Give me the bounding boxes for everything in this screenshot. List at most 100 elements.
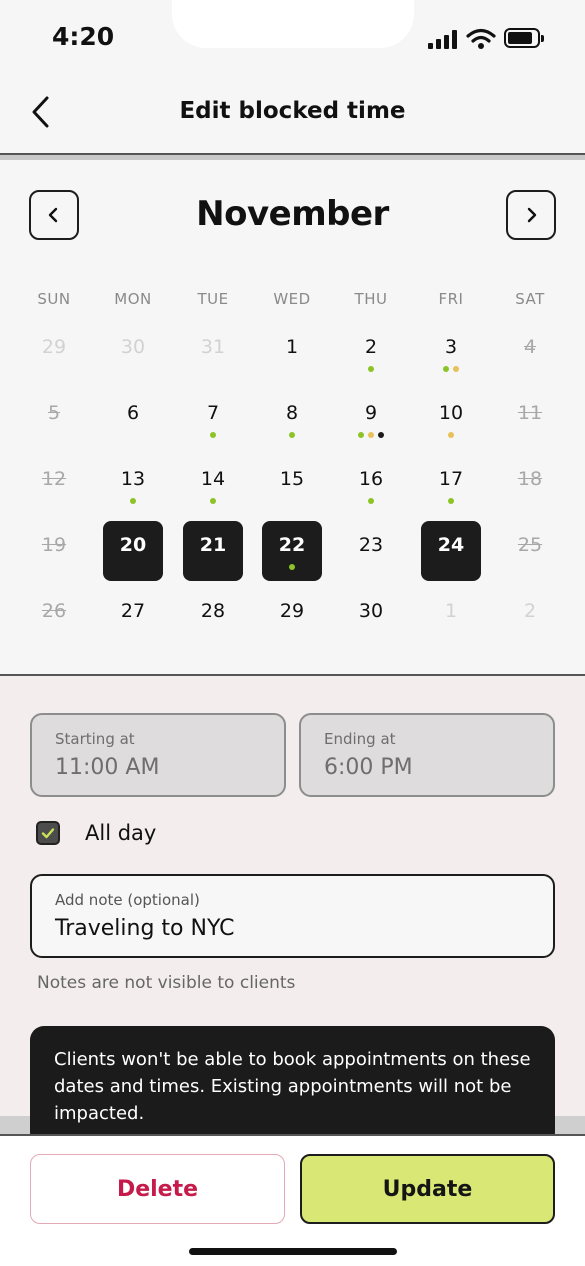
- day-number: 18: [517, 468, 543, 490]
- calendar-day: 1: [421, 587, 481, 647]
- appointment-indicators: [341, 432, 401, 438]
- day-number: 14: [200, 468, 226, 490]
- appointment-dot: [210, 498, 216, 504]
- appointment-indicators: [262, 432, 322, 438]
- day-number: 10: [438, 402, 464, 424]
- day-number: 2: [523, 600, 537, 622]
- weekday-label: THU: [354, 290, 388, 308]
- calendar-day[interactable]: 27: [103, 587, 163, 647]
- calendar-day[interactable]: 6: [103, 389, 163, 449]
- weekday-label: TUE: [197, 290, 229, 308]
- calendar-day: 31: [183, 323, 243, 383]
- calendar-day[interactable]: 17: [421, 455, 481, 515]
- device-notch: [172, 0, 414, 48]
- calendar-day[interactable]: 23: [341, 521, 401, 581]
- appointment-dot: [448, 498, 454, 504]
- weekday-label: FRI: [438, 290, 464, 308]
- home-indicator: [189, 1248, 397, 1255]
- header-divider: [0, 153, 585, 160]
- note-field[interactable]: Add note (optional) Traveling to NYC: [30, 874, 555, 958]
- delete-button[interactable]: Delete: [30, 1154, 285, 1224]
- wifi-icon: [466, 28, 496, 50]
- day-number: 2: [364, 336, 378, 358]
- calendar-day: 18: [500, 455, 560, 515]
- day-number: 20: [119, 534, 147, 556]
- day-number: 30: [120, 336, 146, 358]
- appointment-indicators: [183, 432, 243, 438]
- start-time-value: 11:00 AM: [55, 755, 160, 780]
- day-number: 1: [444, 600, 458, 622]
- appointment-indicators: [183, 498, 243, 504]
- calendar-day[interactable]: 10: [421, 389, 481, 449]
- status-time: 4:20: [52, 22, 115, 51]
- calendar-day: 30: [103, 323, 163, 383]
- calendar-day[interactable]: 2: [341, 323, 401, 383]
- appointment-dot: [130, 498, 136, 504]
- note-value: Traveling to NYC: [55, 916, 235, 941]
- calendar-day-selected[interactable]: 20: [103, 521, 163, 581]
- all-day-label: All day: [85, 821, 157, 845]
- update-button[interactable]: Update: [300, 1154, 555, 1224]
- next-month-button[interactable]: [506, 190, 556, 240]
- calendar-day[interactable]: 28: [183, 587, 243, 647]
- calendar-day[interactable]: 1: [262, 323, 322, 383]
- appointment-dot: [448, 432, 454, 438]
- month-title: November: [196, 194, 389, 234]
- all-day-checkbox[interactable]: [36, 821, 60, 845]
- calendar-day[interactable]: 15: [262, 455, 322, 515]
- appointment-indicators: [421, 366, 481, 372]
- calendar-day[interactable]: 3: [421, 323, 481, 383]
- calendar-day: 19: [24, 521, 84, 581]
- calendar-day[interactable]: 14: [183, 455, 243, 515]
- note-hint: Notes are not visible to clients: [37, 973, 296, 993]
- day-number: 24: [437, 534, 465, 556]
- start-time-field[interactable]: Starting at 11:00 AM: [30, 713, 286, 797]
- appointment-dot: [289, 564, 295, 570]
- day-number: 17: [438, 468, 464, 490]
- weekday-label: WED: [273, 290, 311, 308]
- appointment-indicators: [103, 498, 163, 504]
- day-number: 26: [41, 600, 67, 622]
- start-time-label: Starting at: [55, 730, 135, 748]
- day-number: 23: [358, 534, 384, 556]
- day-number: 7: [206, 402, 220, 424]
- day-number: 21: [199, 534, 227, 556]
- appointment-dot: [368, 498, 374, 504]
- calendar-day: 4: [500, 323, 560, 383]
- day-number: 6: [126, 402, 140, 424]
- note-label: Add note (optional): [55, 891, 200, 909]
- weekday-label: SUN: [37, 290, 71, 308]
- end-time-label: Ending at: [324, 730, 396, 748]
- day-number: 22: [278, 534, 306, 556]
- calendar-day: 29: [24, 323, 84, 383]
- calendar-day[interactable]: 7: [183, 389, 243, 449]
- calendar-day: 2: [500, 587, 560, 647]
- day-number: 15: [279, 468, 305, 490]
- calendar-day: 25: [500, 521, 560, 581]
- appointment-dot: [368, 432, 374, 438]
- checkmark-icon: [41, 828, 55, 839]
- day-number: 31: [200, 336, 226, 358]
- day-number: 27: [120, 600, 146, 622]
- appointment-indicators: [341, 366, 401, 372]
- calendar-day-selected[interactable]: 24: [421, 521, 481, 581]
- header: Edit blocked time: [0, 80, 585, 154]
- calendar-day[interactable]: 9: [341, 389, 401, 449]
- calendar-day[interactable]: 16: [341, 455, 401, 515]
- appointment-indicators: [421, 498, 481, 504]
- end-time-value: 6:00 PM: [324, 755, 413, 780]
- appointment-dot: [358, 432, 364, 438]
- calendar-day[interactable]: 30: [341, 587, 401, 647]
- calendar: November SUN MON TUE WED THU FRI SAT 29 30 31 1 2 3…: [0, 160, 585, 676]
- calendar-day[interactable]: 13: [103, 455, 163, 515]
- battery-icon: [504, 28, 544, 48]
- appointment-dot: [289, 432, 295, 438]
- end-time-field[interactable]: Ending at 6:00 PM: [299, 713, 555, 797]
- calendar-day-selected[interactable]: 21: [183, 521, 243, 581]
- day-number: 13: [120, 468, 146, 490]
- calendar-day-selected[interactable]: 22: [262, 521, 322, 581]
- status-bar: 4:20: [0, 0, 585, 80]
- calendar-day[interactable]: 8: [262, 389, 322, 449]
- day-number: 9: [364, 402, 378, 424]
- calendar-day[interactable]: 29: [262, 587, 322, 647]
